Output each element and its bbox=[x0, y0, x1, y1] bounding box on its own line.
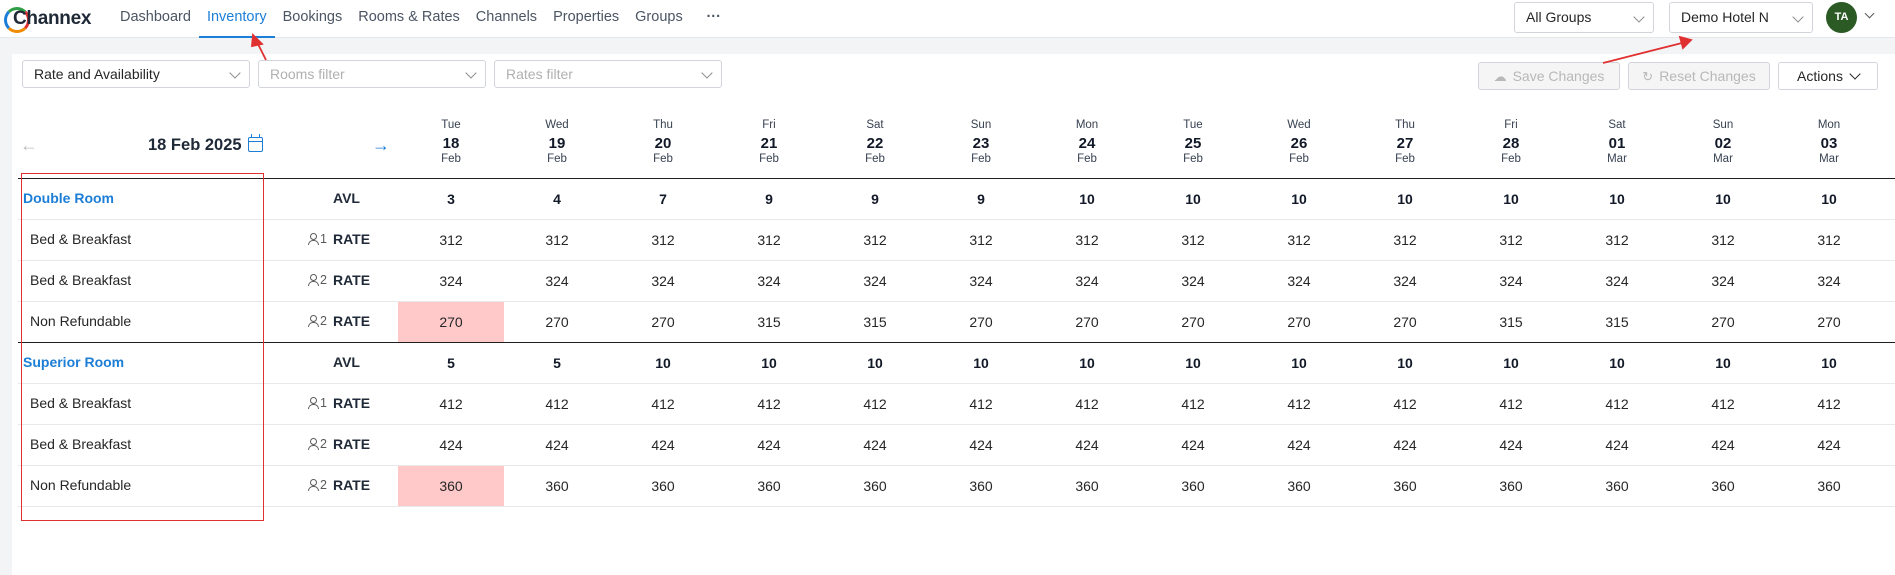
annotation-arrow-property bbox=[1602, 42, 1683, 64]
annotation-arrows bbox=[250, 33, 1693, 64]
annotation-arrowhead bbox=[1678, 35, 1693, 50]
annotation-arrowhead bbox=[250, 33, 264, 48]
